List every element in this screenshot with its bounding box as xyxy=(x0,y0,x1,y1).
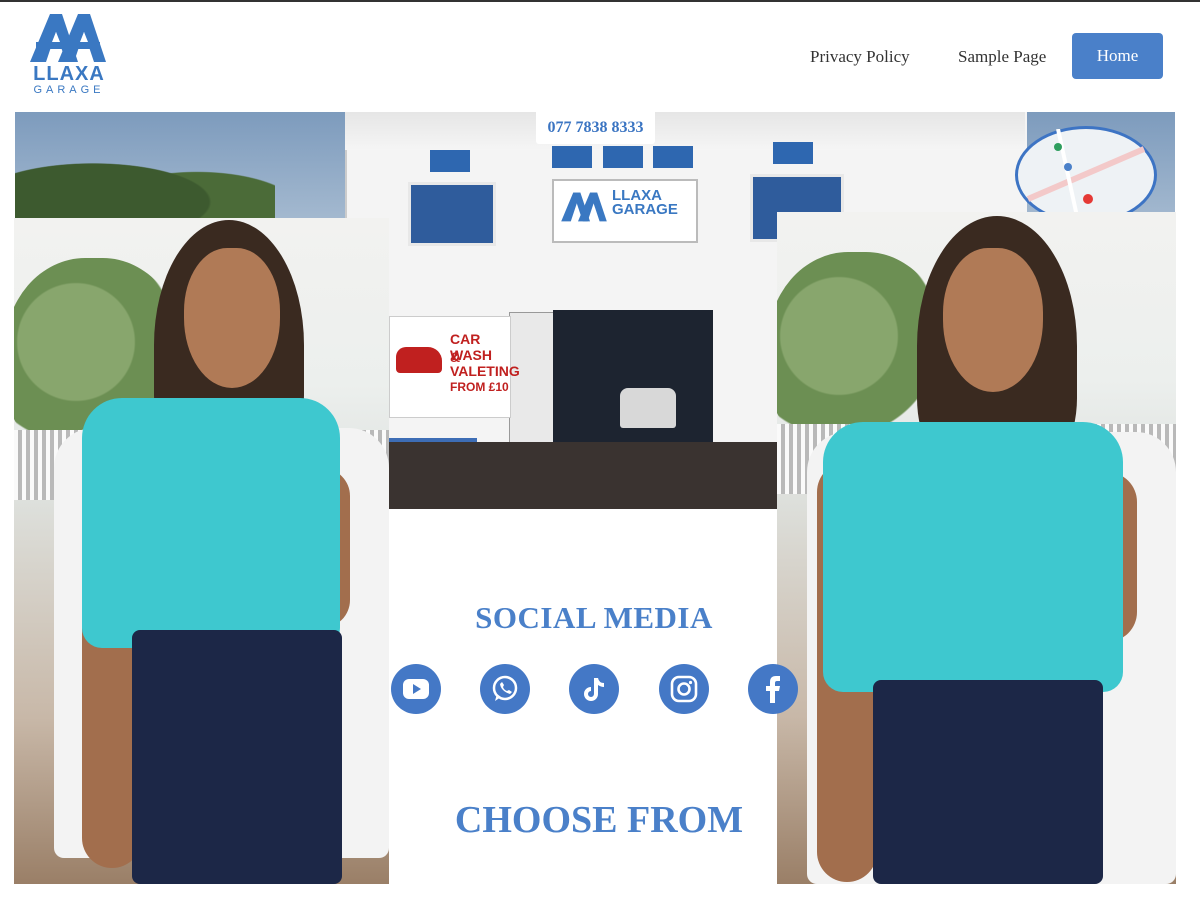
whatsapp-link[interactable] xyxy=(480,664,530,714)
map-icon xyxy=(1026,128,1146,222)
garage-window xyxy=(408,182,496,246)
vent xyxy=(430,150,470,172)
logo-name: LLAXA xyxy=(33,63,105,85)
top-border xyxy=(0,0,1200,2)
map-inset[interactable] xyxy=(1015,126,1157,224)
facebook-icon xyxy=(766,676,780,703)
face xyxy=(943,248,1043,392)
jeans xyxy=(873,680,1103,884)
garage-sign: LLAXA GARAGE xyxy=(552,179,698,243)
youtube-icon xyxy=(403,679,429,699)
vent xyxy=(552,146,592,168)
tiktok-link[interactable] xyxy=(569,664,619,714)
sign-logo-icon xyxy=(561,192,607,222)
sign-text: LLAXA GARAGE xyxy=(612,187,678,218)
social-media-heading: SOCIAL MEDIA xyxy=(475,600,713,635)
face xyxy=(184,248,280,388)
person-photo-left xyxy=(14,218,389,884)
logo-subtitle: GARAGE xyxy=(33,84,105,96)
vent xyxy=(603,146,643,168)
choose-from-heading: CHOOSE FROM xyxy=(454,799,744,841)
garage-roof xyxy=(345,112,1025,150)
nav-home-button[interactable]: Home xyxy=(1072,33,1163,79)
tiktok-icon xyxy=(584,678,604,701)
nav-privacy-policy[interactable]: Privacy Policy xyxy=(810,47,910,67)
carwash-sign: CAR WASH & VALETING FROM £10 xyxy=(389,316,520,418)
site-logo[interactable]: LLAXA GARAGE xyxy=(28,12,108,98)
nav-sample-page[interactable]: Sample Page xyxy=(958,47,1046,67)
instagram-icon xyxy=(670,675,698,703)
car-graphic-icon xyxy=(396,347,442,373)
jeans xyxy=(132,630,342,884)
person-photo-right xyxy=(777,212,1176,884)
vent xyxy=(773,142,813,164)
shirt xyxy=(82,398,340,648)
logo-mark-icon xyxy=(30,14,106,62)
shirt xyxy=(823,422,1123,692)
vent xyxy=(653,146,693,168)
carwash-line: VALETING xyxy=(450,363,520,379)
carwash-line: FROM £10 xyxy=(450,380,509,394)
whatsapp-icon xyxy=(492,675,518,701)
youtube-link[interactable] xyxy=(391,664,441,714)
phone-number[interactable]: 077 7838 8333 xyxy=(536,112,655,144)
facebook-link[interactable] xyxy=(748,664,798,714)
instagram-link[interactable] xyxy=(659,664,709,714)
car-inside xyxy=(620,388,676,428)
